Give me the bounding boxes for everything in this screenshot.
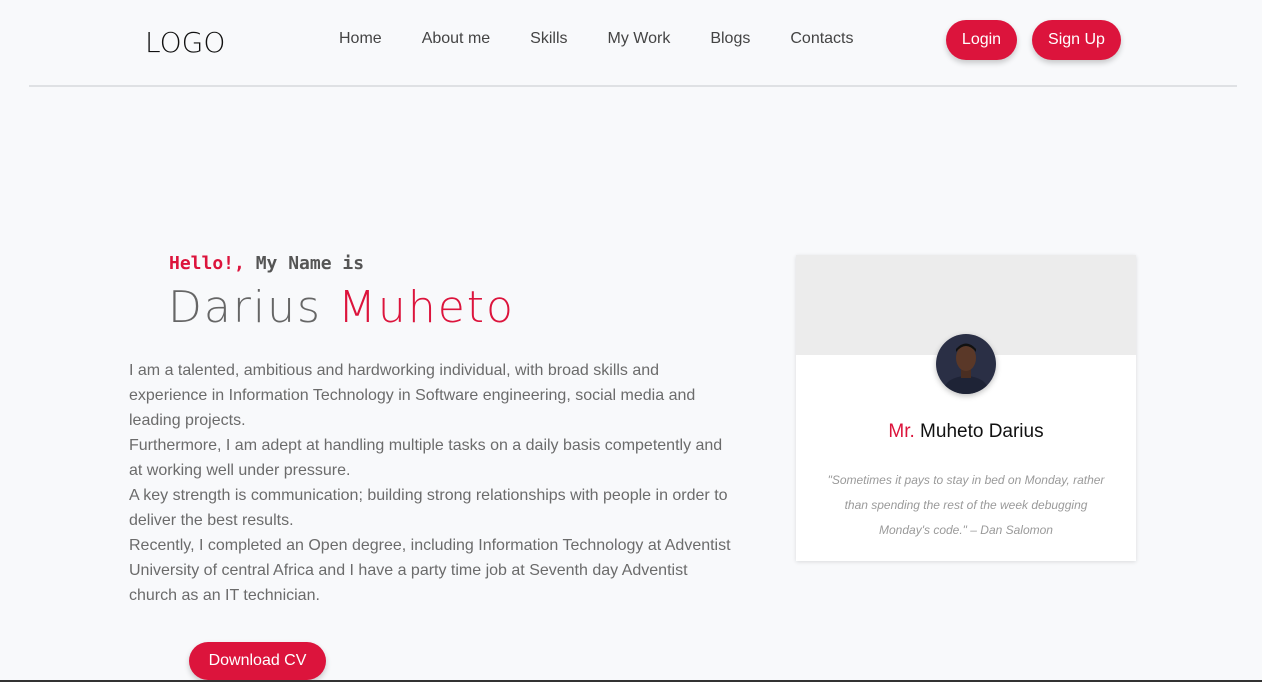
bio-paragraph: Furthermore, I am adept at handling mult…	[129, 437, 723, 479]
card-name: Mr. Muheto Darius	[796, 421, 1136, 443]
greeting-accent: Hello!,	[169, 253, 245, 274]
nav-link-my-work[interactable]: My Work	[608, 30, 671, 48]
logo[interactable]: LOGO	[145, 26, 225, 59]
nav-link-home[interactable]: Home	[339, 30, 382, 48]
header-divider	[29, 85, 1237, 87]
hero-first-name: Darius	[168, 282, 322, 333]
bio-text: I am a talented, ambitious and hardworki…	[129, 358, 739, 608]
card-quote: "Sometimes it pays to stay in bed on Mon…	[827, 473, 1105, 537]
bio-paragraph: A key strength is communication; buildin…	[129, 487, 728, 529]
hero-name: Darius Muheto	[168, 282, 515, 333]
nav-links: Home About me Skills My Work Blogs Conta…	[339, 30, 894, 48]
nav-link-skills[interactable]: Skills	[530, 30, 567, 48]
nav-link-contacts[interactable]: Contacts	[790, 30, 853, 48]
hero-last-name: Muheto	[337, 282, 515, 333]
bio-paragraph: I am a talented, ambitious and hardworki…	[129, 362, 696, 429]
download-cv-button[interactable]: Download CV	[189, 642, 326, 680]
card-title-prefix: Mr.	[888, 421, 915, 442]
profile-card: Mr. Muheto Darius "Sometimes it pays to …	[796, 255, 1136, 561]
nav-link-about-me[interactable]: About me	[422, 30, 490, 48]
greeting-rest: My Name is	[244, 253, 365, 274]
card-full-name: Muheto Darius	[914, 421, 1044, 442]
nav-link-blogs[interactable]: Blogs	[710, 30, 750, 48]
profile-photo-icon	[936, 334, 996, 394]
signup-button[interactable]: Sign Up	[1032, 20, 1121, 60]
bio-paragraph: Recently, I completed an Open degree, in…	[129, 537, 731, 604]
login-button[interactable]: Login	[946, 20, 1017, 60]
hero-greeting: Hello!, My Name is	[169, 253, 364, 274]
avatar	[936, 334, 996, 394]
navbar: LOGO Home About me Skills My Work Blogs …	[0, 0, 1262, 86]
